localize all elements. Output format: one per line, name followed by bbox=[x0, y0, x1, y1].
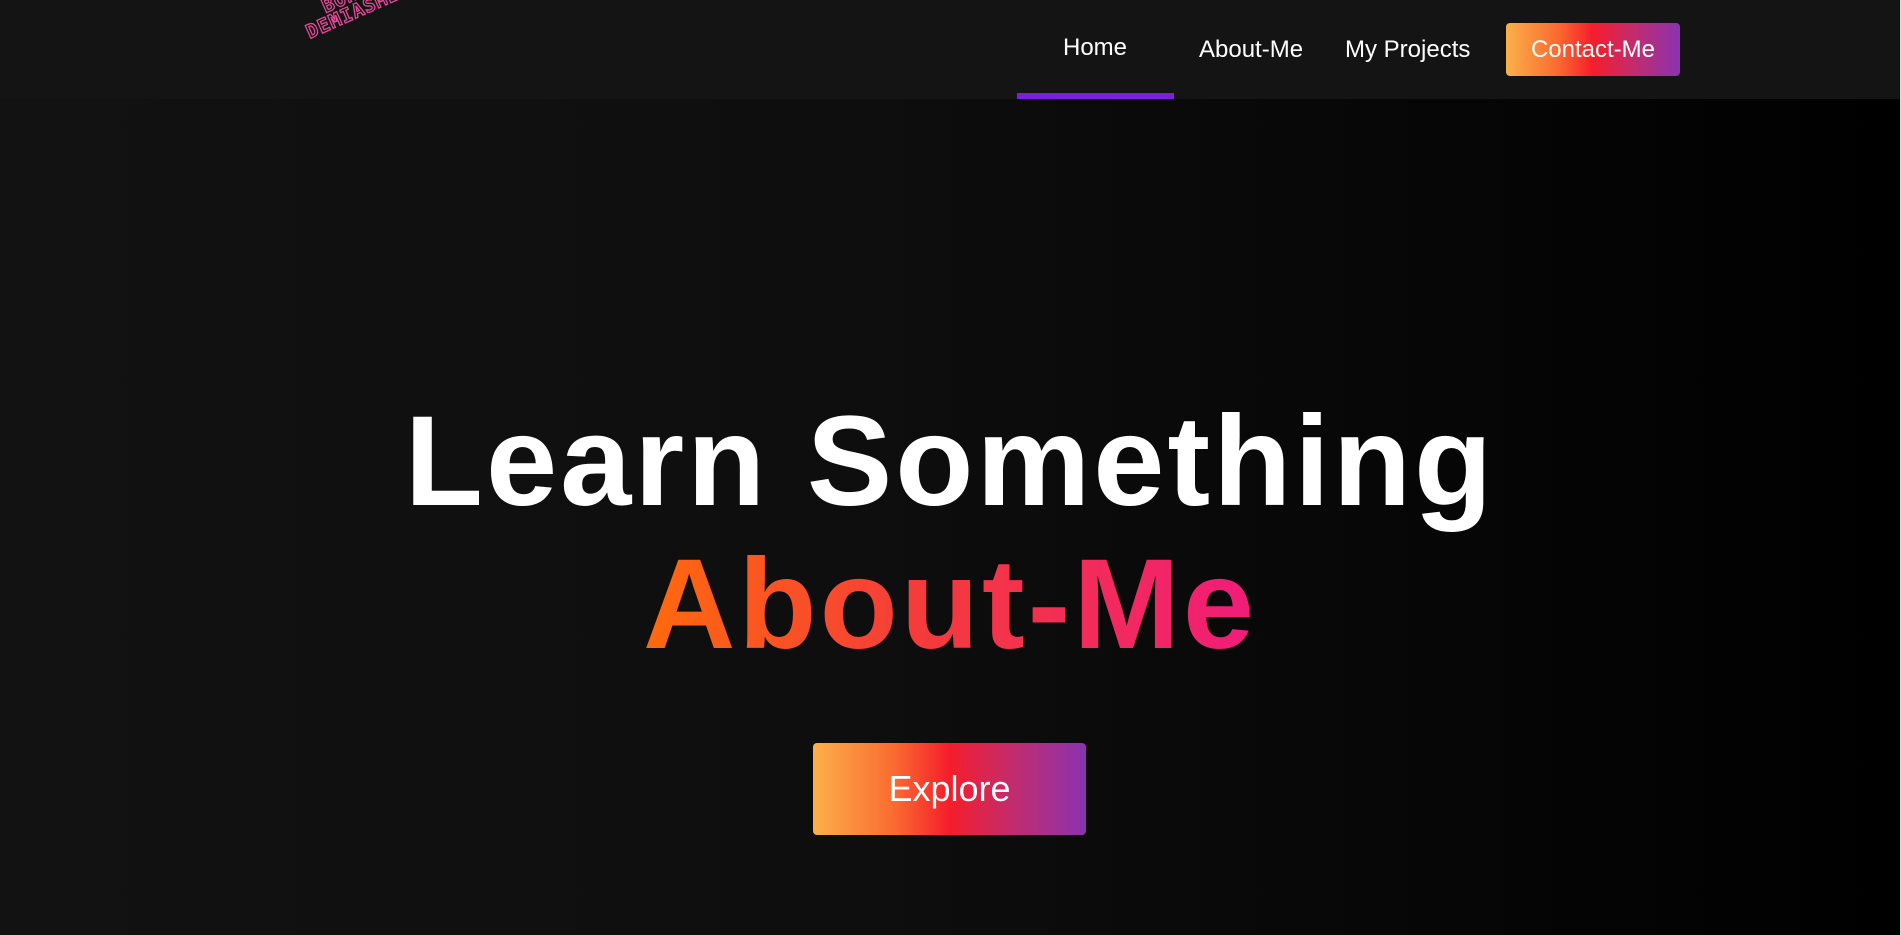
hero-highlight-text: About-Me bbox=[642, 533, 1258, 676]
contact-me-button[interactable]: Contact-Me bbox=[1506, 23, 1680, 76]
nav-home-link[interactable]: Home bbox=[1063, 34, 1127, 62]
hero-heading: Learn Something bbox=[404, 390, 1496, 533]
nav-about-me-link[interactable]: About-Me bbox=[1199, 36, 1303, 64]
site-logo[interactable]: Bonis Demiasmen bbox=[280, 0, 437, 64]
landing-page: Bonis Demiasmen Home About-Me My Project… bbox=[0, 0, 1900, 935]
page: Bonis Demiasmen Home About-Me My Project… bbox=[0, 0, 1901, 935]
explore-button[interactable]: Explore bbox=[813, 743, 1086, 835]
hero-subheading: About-Me bbox=[0, 535, 1900, 675]
nav-my-projects-link[interactable]: My Projects bbox=[1345, 36, 1470, 64]
nav-active-indicator bbox=[1017, 93, 1174, 99]
navbar: Bonis Demiasmen Home About-Me My Project… bbox=[0, 0, 1900, 99]
